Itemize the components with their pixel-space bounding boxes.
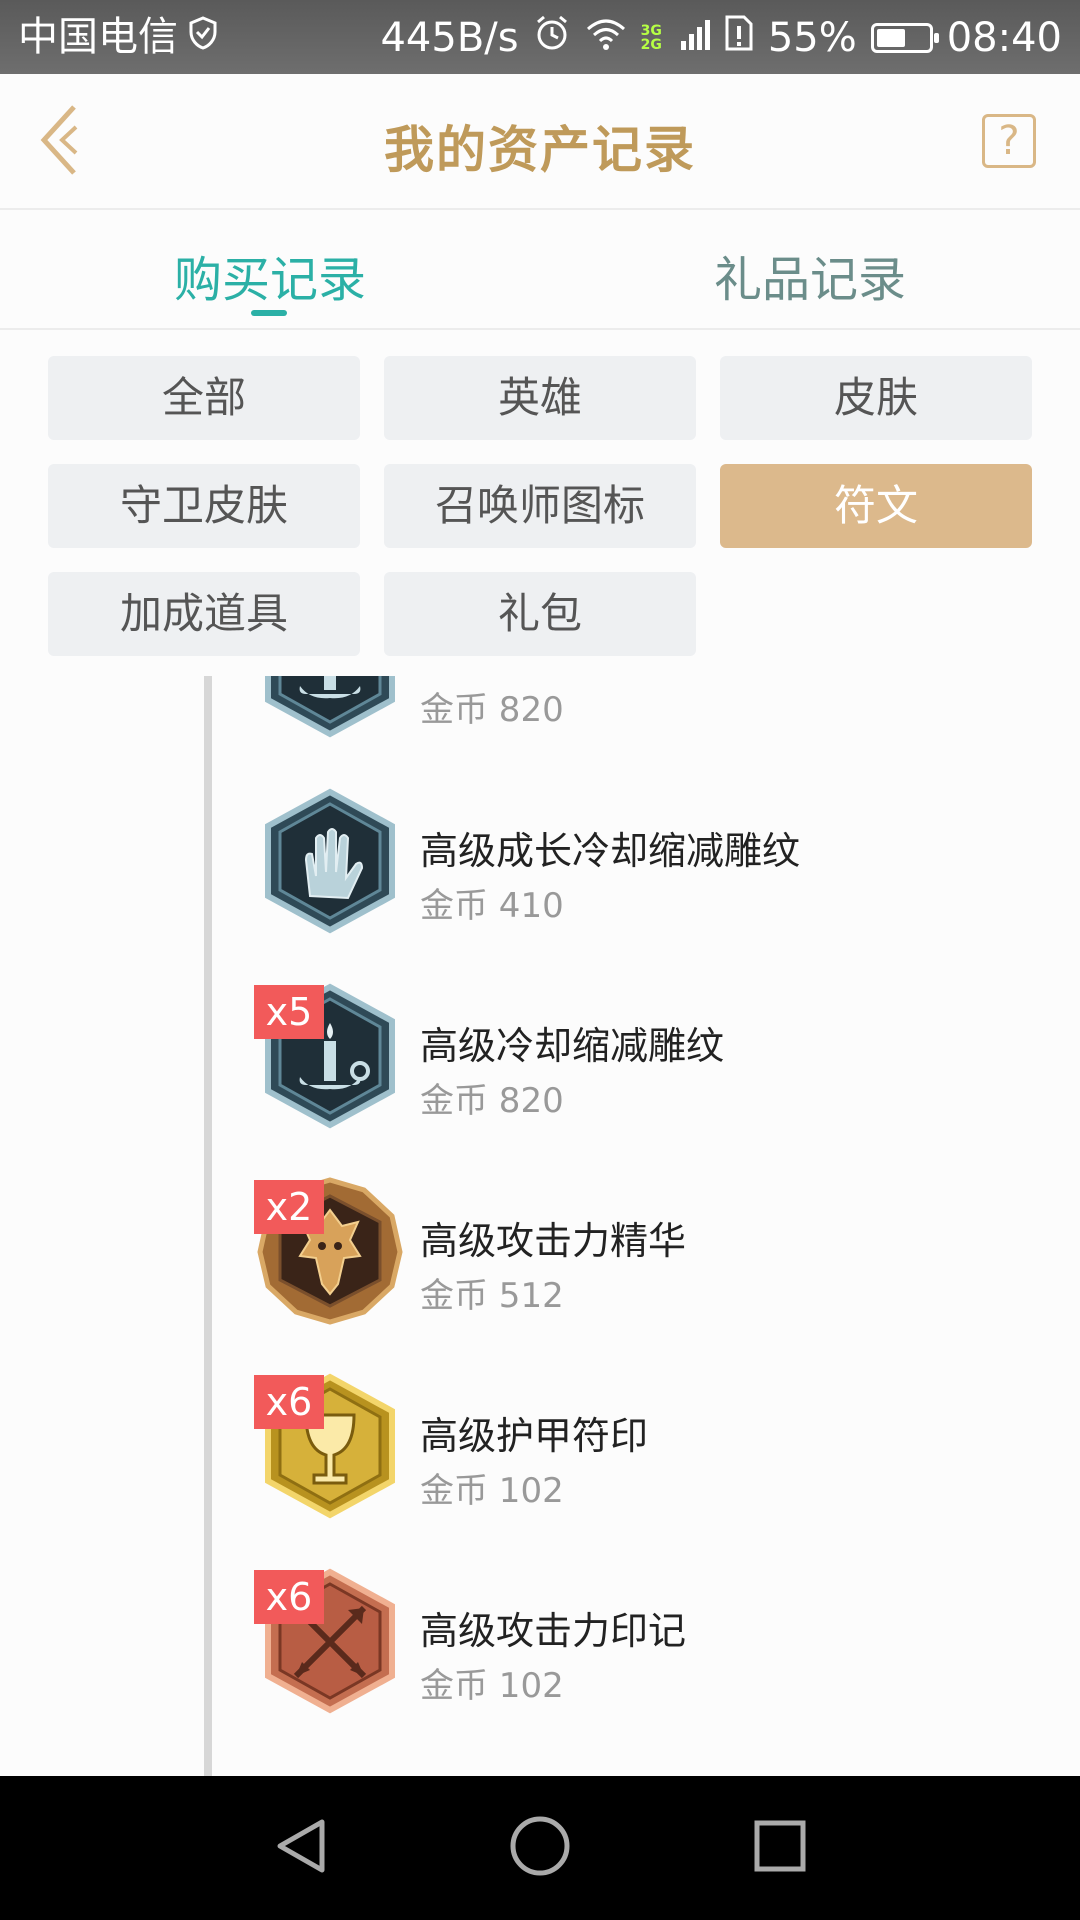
list-item[interactable]: x5 高级冷却缩减雕纹 金币 820 (250, 981, 1050, 1141)
filter-summoner-icons[interactable]: 召唤师图标 (384, 464, 696, 548)
navigation-bar (0, 1776, 1080, 1920)
item-name: 高级护甲符印 (420, 1414, 649, 1458)
screen: 中国电信 445B/s 3G 2G 55% 08:40 我的资产记录 ? 购买记… (0, 0, 1080, 1920)
filter-all[interactable]: 全部 (48, 356, 360, 440)
item-name: 高级攻击力精华 (420, 1219, 687, 1263)
tab-purchase-records[interactable]: 购买记录 (120, 240, 420, 310)
category-filters: 全部 英雄 皮肤 守卫皮肤 召唤师图标 符文 加成道具 礼包 (0, 330, 1080, 670)
tab-gift-records[interactable]: 礼品记录 (660, 240, 960, 310)
list-item[interactable]: x6 高级护甲符印 金币 102 (250, 1371, 1050, 1531)
item-price: 金币 102 (420, 1471, 564, 1511)
clock: 08:40 (946, 15, 1062, 61)
candle-rune-icon (250, 676, 410, 740)
quantity-badge: x5 (254, 985, 324, 1039)
square-recents-icon (752, 1818, 808, 1878)
filter-ward-skins[interactable]: 守卫皮肤 (48, 464, 360, 548)
list-item[interactable]: 高级成长冷却缩减雕纹 金币 410 (250, 786, 1050, 946)
battery-icon (870, 23, 939, 53)
item-name: 高级成长冷却缩减雕纹 (420, 829, 801, 873)
vpn-shield-icon (188, 14, 218, 60)
filter-skins[interactable]: 皮肤 (720, 356, 1032, 440)
network-type: 3G 2G (640, 23, 662, 53)
item-name: 高级攻击力印记 (420, 1609, 687, 1653)
list-item[interactable]: 金币 820 (250, 676, 1050, 750)
alarm-icon (533, 14, 571, 62)
filter-bundles[interactable]: 礼包 (384, 572, 696, 656)
triangle-back-icon (272, 1816, 328, 1880)
battery-percent: 55% (767, 15, 857, 61)
signal-icon (680, 15, 710, 61)
quantity-badge: x6 (254, 1570, 324, 1624)
item-price: 金币 820 (420, 1081, 564, 1121)
status-bar: 中国电信 445B/s 3G 2G 55% 08:40 (0, 0, 1080, 74)
nav-recents-button[interactable] (748, 1816, 812, 1880)
nav-back-button[interactable] (268, 1816, 332, 1880)
record-tabs: 购买记录 礼品记录 (0, 212, 1080, 330)
timeline-line (204, 676, 212, 1776)
page-title: 我的资产记录 (384, 121, 696, 179)
filter-runes[interactable]: 符文 (720, 464, 1032, 548)
item-name: 高级冷却缩减雕纹 (420, 1024, 725, 1068)
header: 我的资产记录 ? (0, 74, 1080, 210)
list-item[interactable]: x2 高级攻击力精华 金币 512 (250, 1176, 1050, 1336)
item-price: 金币 102 (420, 1666, 564, 1706)
hand-rune-icon (250, 786, 410, 936)
filter-heroes[interactable]: 英雄 (384, 356, 696, 440)
item-price: 金币 820 (420, 690, 564, 730)
filter-boosts[interactable]: 加成道具 (48, 572, 360, 656)
nav-home-button[interactable] (508, 1816, 572, 1880)
quantity-badge: x6 (254, 1375, 324, 1429)
purchase-list[interactable]: 金币 820 高级成长冷却缩减雕纹 金币 410 x5 高级冷却缩减雕纹 金币 … (0, 676, 1080, 1776)
sim-alert-icon (724, 14, 754, 62)
network-speed: 445B/s (380, 15, 519, 61)
active-tab-indicator (251, 310, 287, 316)
wifi-icon (585, 15, 627, 61)
item-price: 金币 410 (420, 886, 564, 926)
list-item[interactable]: x6 高级攻击力印记 金币 102 (250, 1566, 1050, 1726)
circle-home-icon (509, 1815, 571, 1881)
help-button[interactable]: ? (982, 114, 1036, 168)
item-price: 金币 512 (420, 1276, 564, 1316)
carrier-label: 中国电信 (18, 14, 178, 60)
quantity-badge: x2 (254, 1180, 324, 1234)
